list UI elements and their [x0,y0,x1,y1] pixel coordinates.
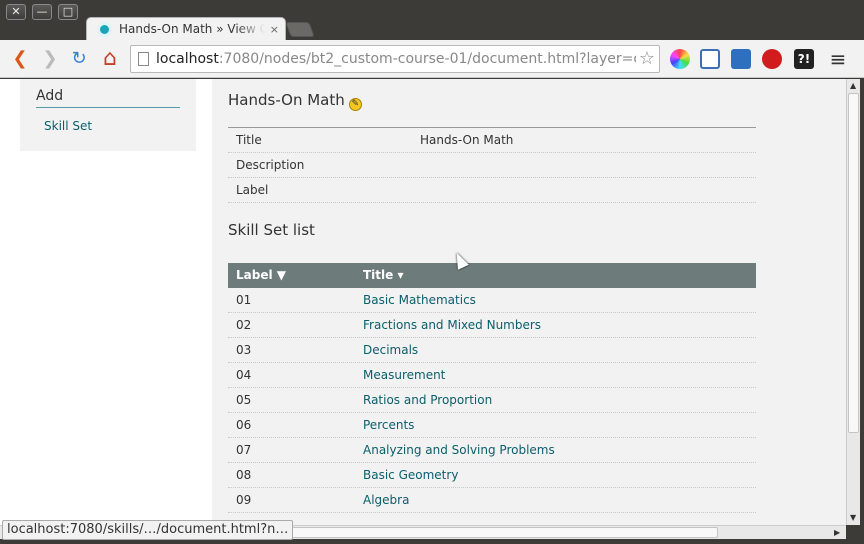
row-title-link[interactable]: Measurement [363,368,445,382]
row-label: 06 [236,418,252,432]
adblock-icon[interactable] [762,49,782,69]
row-label: 05 [236,393,252,407]
tab-title: Hands-On Math » View Co [119,22,265,36]
sidebar-heading: Add [36,88,180,108]
row-title-link[interactable]: Basic Mathematics [363,293,476,307]
sort-by-label-header[interactable]: Label ▼ [236,268,286,282]
forward-button[interactable]: ❯ [38,47,62,71]
address-bar[interactable]: localhost:7080/nodes/bt2_custom-course-0… [130,45,660,73]
new-tab-button[interactable] [285,22,315,37]
sort-by-title-header[interactable]: Title ▾ [363,268,404,282]
window-maximize-button[interactable]: □ [58,4,78,20]
reload-button[interactable]: ↻ [67,47,91,71]
property-key: Description [236,158,305,172]
property-row: Label [228,178,756,203]
table-row: 08 Basic Geometry [228,463,756,488]
row-title-link[interactable]: Percents [363,418,414,432]
table-row: 06 Percents [228,413,756,438]
row-title-link[interactable]: Decimals [363,343,418,357]
skill-set-table: Label ▼ Title ▾ 01 Basic Mathematics 02 Fr… [228,263,756,513]
scroll-down-icon[interactable]: ▼ [850,513,856,522]
table-row: 07 Analyzing and Solving Problems [228,438,756,463]
vertical-scroll-thumb[interactable] [848,93,859,433]
tab-close-icon[interactable]: × [270,23,279,36]
table-row: 01 Basic Mathematics [228,288,756,313]
window-close-button[interactable]: ✕ [6,4,26,20]
page-icon [138,52,149,66]
row-title-link[interactable]: Ratios and Proportion [363,393,492,407]
scroll-up-icon[interactable]: ▲ [850,81,856,90]
property-key: Title [236,133,262,147]
property-row: Description [228,153,756,178]
row-title-link[interactable]: Basic Geometry [363,468,458,482]
screen-capture-icon[interactable] [700,49,720,69]
table-row: 09 Algebra [228,488,756,513]
row-label: 07 [236,443,252,457]
scroll-right-icon[interactable]: ▶ [834,528,840,537]
browser-tab[interactable]: Hands-On Math » View Co × [86,17,286,41]
main-content: Hands-On Math ✎ Title Hands-On Math Descr… [212,79,846,525]
row-title-link[interactable]: Algebra [363,493,409,507]
sidebar-add-panel: Add Skill Set [20,79,196,151]
table-row: 05 Ratios and Proportion [228,388,756,413]
vertical-scrollbar[interactable]: ▲ ▼ [846,79,860,525]
row-label: 09 [236,493,252,507]
title-bar: ✕ — □ Hands-On Math » View Co × [0,0,864,41]
status-bubble: localhost:7080/skills/…/document.html?n… [2,520,294,540]
row-label: 03 [236,343,252,357]
property-row: Title Hands-On Math [228,128,756,153]
table-header: Label ▼ Title ▾ [228,263,756,288]
table-row: 03 Decimals [228,338,756,363]
home-button[interactable]: ⌂ [98,47,122,71]
row-label: 02 [236,318,252,332]
row-label: 01 [236,293,252,307]
edit-icon[interactable]: ✎ [348,98,362,111]
row-title-link[interactable]: Fractions and Mixed Numbers [363,318,541,332]
property-value: Hands-On Math [420,133,514,147]
table-row: 04 Measurement [228,363,756,388]
property-key: Label [236,183,269,197]
window-minimize-button[interactable]: — [32,4,52,20]
menu-icon[interactable]: ≡ [826,47,850,71]
row-label: 08 [236,468,252,482]
translate-icon[interactable] [731,49,751,69]
browser-toolbar: ❮ ❯ ↻ ⌂ localhost:7080/nodes/bt2_custom-… [0,40,864,78]
color-wheel-icon[interactable] [670,49,690,69]
page-title: Hands-On Math ✎ [228,91,362,111]
site-favicon-icon [97,22,112,37]
back-button[interactable]: ❮ [8,47,32,71]
page-viewport: Add Skill Set Hands-On Math ✎ Title Hands… [0,79,846,525]
bookmark-star-icon[interactable]: ☆ [639,48,655,69]
table-row: 02 Fractions and Mixed Numbers [228,313,756,338]
url-text[interactable]: localhost:7080/nodes/bt2_custom-course-0… [156,51,636,67]
help-icon[interactable]: ?! [794,49,814,69]
row-label: 04 [236,368,252,382]
row-title-link[interactable]: Analyzing and Solving Problems [363,443,555,457]
add-skill-set-link[interactable]: Skill Set [44,119,92,133]
properties-table: Title Hands-On Math Description Label [228,127,756,203]
skill-set-heading: Skill Set list [228,221,315,239]
